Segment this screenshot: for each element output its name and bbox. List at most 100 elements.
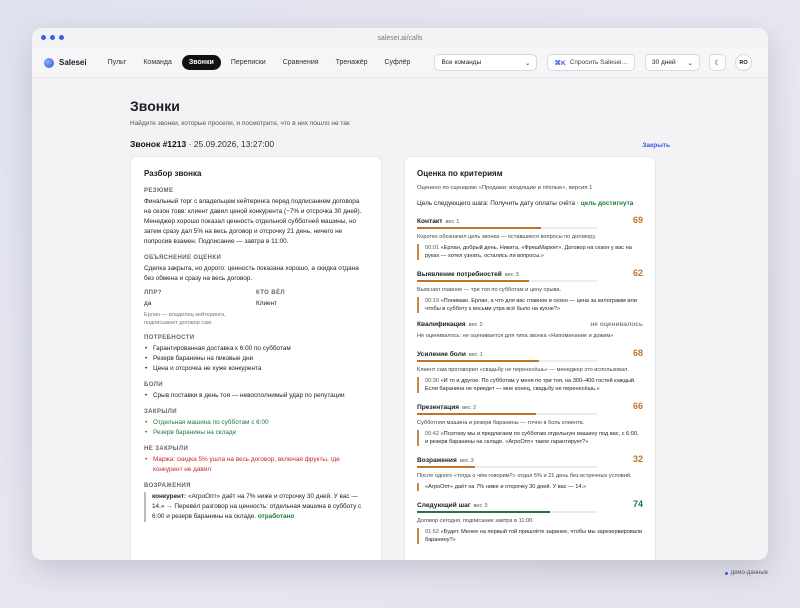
needs-heading: ПОТРЕБНОСТИ bbox=[144, 335, 195, 341]
quote-timestamp[interactable]: 00:42 bbox=[425, 431, 439, 437]
call-date: · 25.09.2026, 13:27:00 bbox=[186, 139, 275, 149]
tab-5[interactable]: Тренажёр bbox=[329, 55, 375, 70]
minimize-dot[interactable] bbox=[50, 35, 55, 40]
criterion-score: 69 bbox=[632, 215, 643, 225]
criterion-weight: 3 bbox=[470, 458, 474, 464]
criterion-name: Контакт bbox=[417, 218, 443, 225]
criterion-score: не оценивалось bbox=[590, 321, 643, 328]
who-heading: КТО ВЁЛ bbox=[256, 290, 286, 296]
score-bar-fill bbox=[417, 413, 536, 415]
score-bar bbox=[417, 227, 597, 229]
criterion-quote[interactable]: 00:19 «Понимаю. Ерлан, а что для вас гла… bbox=[417, 297, 643, 313]
tab-2[interactable]: Звонки bbox=[181, 55, 221, 70]
pains-list: Срыв поставки в день тоя — невосполнимый… bbox=[144, 391, 368, 401]
quote-timestamp[interactable]: 00:30 bbox=[425, 378, 439, 384]
goal-text: Цель следующего шага: Получить дату опла… bbox=[417, 200, 576, 207]
quote-text: «И то и другое. По субботам у меня по тр… bbox=[425, 378, 636, 392]
period-select[interactable]: 30 дней ⌄ bbox=[644, 54, 700, 71]
dot-icon bbox=[724, 571, 728, 575]
criterion-weight: 2 bbox=[479, 322, 483, 328]
score-bar bbox=[417, 280, 597, 282]
criterion-quote[interactable]: 00:30 «И то и другое. По субботам у меня… bbox=[417, 377, 643, 393]
criterion-quote[interactable]: 00:42 «Поэтому мы и предлагаем по суббот… bbox=[417, 430, 643, 446]
call-id: Звонок #1213 bbox=[130, 139, 187, 149]
summary-text: Финальный торг с владельцем кейтеринга п… bbox=[144, 198, 362, 245]
ask-salesei-button[interactable]: ⌘K Спросить Salesei… bbox=[547, 54, 635, 71]
weight-prefix: вес bbox=[468, 352, 478, 358]
criterion: Квалификация вес 2 не оценивалось Не оценива… bbox=[417, 321, 643, 340]
needs-item: Резерв баранины на пиковые дни bbox=[144, 354, 368, 364]
top-nav: Salesei Пульт Команда Звонки Переписки Сравн… bbox=[32, 48, 768, 78]
rating-heading: ОБЪЯСНЕНИЕ ОЦЕНКИ bbox=[144, 255, 222, 261]
demo-label: демо-данные bbox=[730, 570, 768, 576]
quote-text: «Поэтому мы и предлагаем по субботам отд… bbox=[425, 431, 639, 445]
quote-timestamp[interactable]: 00:19 bbox=[425, 298, 439, 304]
tab-4[interactable]: Сравнения bbox=[276, 55, 326, 70]
criterion: Возражения вес 3 32 После одного «тогда о чё… bbox=[417, 454, 643, 491]
close-link[interactable]: Закрыть bbox=[642, 142, 670, 149]
chevron-down-icon: ⌄ bbox=[525, 59, 531, 67]
closed-heading: ЗАКРЫЛИ bbox=[144, 409, 177, 415]
close-dot[interactable] bbox=[41, 35, 46, 40]
quote-timestamp[interactable]: 01:52 bbox=[425, 529, 439, 535]
tab-1[interactable]: Команда bbox=[136, 55, 179, 70]
tab-3[interactable]: Переписки bbox=[224, 55, 273, 70]
summary-heading: РЕЗЮМЕ bbox=[144, 188, 174, 194]
criterion: Презентация вес 2 66 Субботняя машина и резе… bbox=[417, 401, 643, 446]
shortcut-label: ⌘K bbox=[554, 59, 566, 67]
salesei-logo-icon bbox=[44, 57, 54, 68]
score-bar bbox=[417, 360, 597, 362]
criterion-weight: 1 bbox=[456, 219, 460, 225]
criterion-weight: 1 bbox=[479, 352, 483, 358]
criterion: Следующий шаг вес 3 74 Договор сегодня, подп… bbox=[417, 499, 643, 544]
score-bar bbox=[417, 413, 597, 415]
score-bar-fill bbox=[417, 511, 551, 513]
pains-heading: БОЛИ bbox=[144, 382, 163, 388]
tab-0[interactable]: Пульт bbox=[101, 55, 134, 70]
criterion-description: Договор сегодня, подписание завтра в 11:… bbox=[417, 518, 534, 524]
criterion-quote[interactable]: «АгроОпт» даёт на 7% ниже и отсрочку 30 … bbox=[417, 483, 643, 491]
needs-list: Гарантированная доставка к 6:00 по суббо… bbox=[144, 344, 368, 374]
criterion-description: После одного «тогда о чём говорим?» отда… bbox=[417, 473, 632, 479]
weight-prefix: вес bbox=[462, 405, 471, 411]
avatar[interactable]: RO bbox=[734, 54, 752, 71]
objection-source: конкурент: bbox=[152, 493, 187, 500]
quote-text: «Ерлан, добрый день, Никита, «ФрешМаркет… bbox=[425, 245, 632, 259]
goal-status: · цель достигнута bbox=[575, 200, 634, 207]
window-controls[interactable] bbox=[41, 35, 64, 40]
criterion-score: 68 bbox=[632, 348, 643, 358]
call-header: Звонок #1213 · 25.09.2026, 13:27:00 Закр… bbox=[130, 139, 670, 149]
score-bar-fill bbox=[417, 466, 475, 468]
criterion-quote[interactable]: 00:01 «Ерлан, добрый день, Никита, «Фреш… bbox=[417, 244, 643, 260]
quote-timestamp[interactable]: 00:01 bbox=[425, 245, 439, 251]
lpr-value: да bbox=[144, 300, 152, 307]
criterion-description: Субботняя машина и резерв баранины — точ… bbox=[417, 420, 585, 426]
team-select[interactable]: Все команды ⌄ bbox=[434, 54, 538, 71]
criterion-description: Клиент сам проговорил «свадьбу не перене… bbox=[417, 367, 629, 373]
objections-heading: ВОЗРАЖЕНИЯ bbox=[144, 483, 191, 489]
page-title: Звонки bbox=[130, 98, 180, 114]
brand-name: Salesei bbox=[59, 58, 87, 67]
page-subtitle: Найдите звонки, которые просели, и посмо… bbox=[130, 120, 350, 127]
tab-6[interactable]: Суфлёр bbox=[378, 55, 418, 70]
criterion-quote[interactable]: 01:52 «Будет. Менее на первый той пришлё… bbox=[417, 528, 643, 544]
criterion-weight: 3 bbox=[515, 272, 519, 278]
who-value: Клиент bbox=[256, 300, 278, 307]
goal-line: Цель следующего шага: Получить дату опла… bbox=[417, 200, 643, 207]
criterion-score: 62 bbox=[632, 268, 643, 278]
theme-toggle-moon-icon[interactable]: ☾ bbox=[708, 54, 726, 71]
criterion-name: Усиление боли bbox=[417, 351, 466, 358]
quote-text: «Будет. Менее на первый той пришлёте зар… bbox=[425, 529, 643, 543]
weight-prefix: вес bbox=[473, 503, 483, 509]
lpr-heading: ЛПР? bbox=[144, 290, 162, 296]
scenario-text: Оценено по сценарию «Продажи: входящие и… bbox=[417, 185, 593, 191]
criterion-name: Квалификация bbox=[417, 321, 466, 328]
nav-tabs: Пульт Команда Звонки Переписки Сравнения Трен… bbox=[101, 55, 418, 70]
criterion-name: Выявление потребностей bbox=[417, 271, 502, 278]
weight-prefix: вес bbox=[445, 219, 455, 225]
weight-prefix: вес bbox=[504, 272, 514, 278]
criterion-score: 74 bbox=[632, 499, 643, 509]
team-select-value: Все команды bbox=[441, 59, 482, 66]
maximize-dot[interactable] bbox=[59, 35, 64, 40]
address-bar[interactable]: salesei.ai/calls bbox=[32, 35, 768, 42]
